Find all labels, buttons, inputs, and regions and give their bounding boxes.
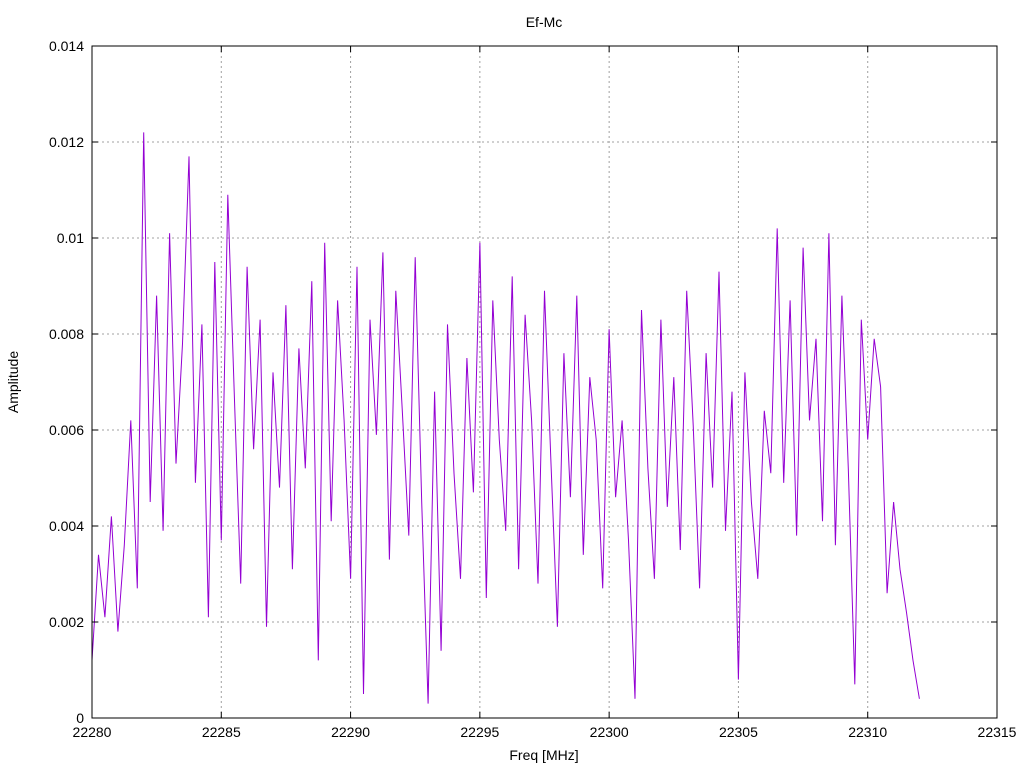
x-tick-label: 22295 bbox=[460, 724, 499, 740]
y-tick-label: 0.004 bbox=[49, 518, 84, 534]
x-tick-label: 22305 bbox=[719, 724, 758, 740]
y-tick-label: 0 bbox=[76, 710, 84, 726]
y-tick-label: 0.01 bbox=[57, 230, 84, 246]
y-tick-label: 0.014 bbox=[49, 38, 84, 54]
y-tick-label: 0.002 bbox=[49, 614, 84, 630]
y-tick-label: 0.012 bbox=[49, 134, 84, 150]
chart-container: 22280 22285 22290 22295 22300 22305 22310 22315… bbox=[0, 0, 1024, 768]
x-tick-label: 22315 bbox=[978, 724, 1017, 740]
x-tick-label: 22290 bbox=[331, 724, 370, 740]
x-tick-label: 22280 bbox=[73, 724, 112, 740]
y-tick-label: 0.006 bbox=[49, 422, 84, 438]
chart-title: Ef-Mc bbox=[526, 14, 563, 30]
line-chart: 22280 22285 22290 22295 22300 22305 22310 22315… bbox=[0, 0, 1024, 768]
y-axis-label: Amplitude bbox=[5, 351, 21, 413]
x-tick-label: 22310 bbox=[848, 724, 887, 740]
y-tick-label: 0.008 bbox=[49, 326, 84, 342]
x-tick-label: 22300 bbox=[590, 724, 629, 740]
x-tick-label: 22285 bbox=[202, 724, 241, 740]
x-axis-label: Freq [MHz] bbox=[509, 747, 578, 763]
